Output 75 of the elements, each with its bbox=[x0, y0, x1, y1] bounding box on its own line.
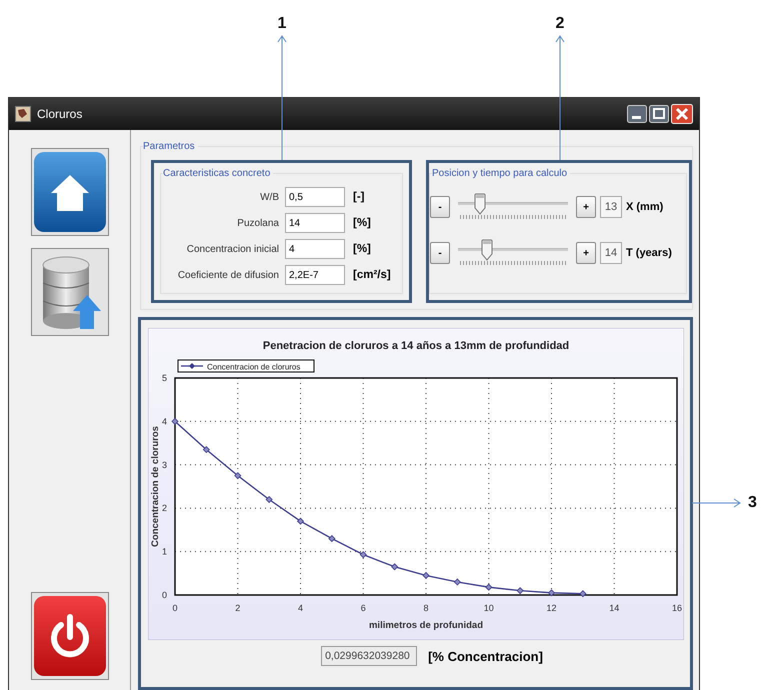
slider-thumb[interactable] bbox=[474, 193, 486, 215]
home-icon bbox=[32, 151, 106, 233]
unit-label: [%] bbox=[353, 243, 371, 255]
chart-title: Penetracion de cloruros a 14 años a 13mm de profundidad bbox=[262, 340, 570, 352]
y-tick-label: 2 bbox=[162, 503, 167, 514]
unit-label: T (years) bbox=[626, 247, 672, 259]
result-field[interactable]: 0,0299632039280 bbox=[321, 646, 418, 666]
x-tick-label: 2 bbox=[235, 603, 240, 613]
data-point bbox=[548, 589, 556, 596]
field-label: W/B bbox=[259, 192, 280, 202]
increase-button[interactable]: + bbox=[576, 242, 596, 264]
power-button[interactable] bbox=[30, 592, 108, 680]
data-point bbox=[579, 590, 586, 598]
database-upload-button[interactable] bbox=[30, 248, 108, 336]
x-tick-label: 8 bbox=[424, 603, 428, 613]
x-tick-label: 12 bbox=[546, 603, 556, 613]
app-icon bbox=[15, 106, 31, 122]
data-point bbox=[391, 563, 398, 570]
input-field[interactable]: 14 bbox=[285, 213, 345, 233]
window-title: Cloruros bbox=[37, 107, 82, 121]
data-point bbox=[234, 472, 242, 480]
y-tick-label: 5 bbox=[162, 373, 167, 383]
callout-number: 3 bbox=[748, 493, 757, 513]
data-point bbox=[485, 584, 492, 591]
callout-number: 2 bbox=[556, 14, 564, 34]
x-tick-label: 6 bbox=[360, 603, 366, 613]
group-title: Posicion y tiempo para calculo bbox=[432, 168, 570, 179]
close-icon[interactable] bbox=[671, 104, 693, 124]
value-display: 13 bbox=[600, 196, 622, 218]
unit-label: [%] bbox=[353, 217, 371, 229]
unit-label: X (mm) bbox=[626, 201, 664, 213]
data-point bbox=[454, 578, 461, 586]
slider-thumb[interactable] bbox=[481, 239, 494, 261]
data-point bbox=[516, 587, 524, 594]
data-point bbox=[328, 535, 336, 542]
data-point bbox=[171, 418, 179, 425]
legend-label: Concentracion de cloruros bbox=[207, 362, 300, 372]
power-icon bbox=[32, 595, 106, 677]
y-tick-label: 1 bbox=[162, 546, 167, 557]
x-tick-label: 0 bbox=[172, 603, 178, 613]
input-field[interactable]: 0,5 bbox=[285, 187, 345, 207]
y-tick-label: 4 bbox=[162, 416, 167, 426]
input-field[interactable]: 2,2E-7 bbox=[285, 265, 345, 285]
data-point bbox=[422, 572, 430, 580]
unit-label: [% Concentracion] bbox=[428, 648, 543, 664]
y-tick-label: 3 bbox=[162, 460, 167, 470]
unit-label: [-] bbox=[353, 191, 364, 203]
data-point bbox=[296, 518, 304, 525]
home-button[interactable] bbox=[30, 148, 108, 236]
legend: Concentracion de cloruros bbox=[178, 360, 314, 372]
y-axis-title: Concentracion de cloruros bbox=[150, 426, 161, 547]
field-label: Concentracion inicial bbox=[186, 244, 280, 254]
maximize-icon[interactable] bbox=[649, 105, 669, 123]
value-display: 14 bbox=[600, 242, 622, 264]
minimize-icon[interactable] bbox=[627, 105, 647, 123]
x-tick-label: 10 bbox=[484, 603, 494, 613]
x-tick-label: 14 bbox=[609, 603, 620, 613]
decrease-button[interactable]: - bbox=[430, 242, 450, 264]
x-tick-label: 4 bbox=[298, 603, 303, 613]
leader-line bbox=[692, 498, 742, 508]
input-field[interactable]: 4 bbox=[285, 239, 345, 259]
group-title: Caracteristicas concreto bbox=[163, 168, 274, 179]
x-tick-label: 16 bbox=[672, 603, 682, 613]
data-point bbox=[360, 551, 367, 558]
callout-number: 1 bbox=[278, 14, 286, 34]
field-label: Coeficiente de difusion bbox=[176, 270, 280, 280]
increase-button[interactable]: + bbox=[576, 196, 596, 218]
decrease-button[interactable]: - bbox=[430, 196, 450, 218]
group-title: Parametros bbox=[143, 141, 198, 152]
data-point bbox=[202, 446, 210, 454]
unit-label: [cm²/s] bbox=[353, 269, 391, 281]
data-point bbox=[266, 496, 273, 504]
x-axis-title: milimetros de profunidad bbox=[369, 620, 483, 631]
field-label: Puzolana bbox=[236, 218, 280, 228]
y-tick-label: 0 bbox=[162, 590, 167, 600]
